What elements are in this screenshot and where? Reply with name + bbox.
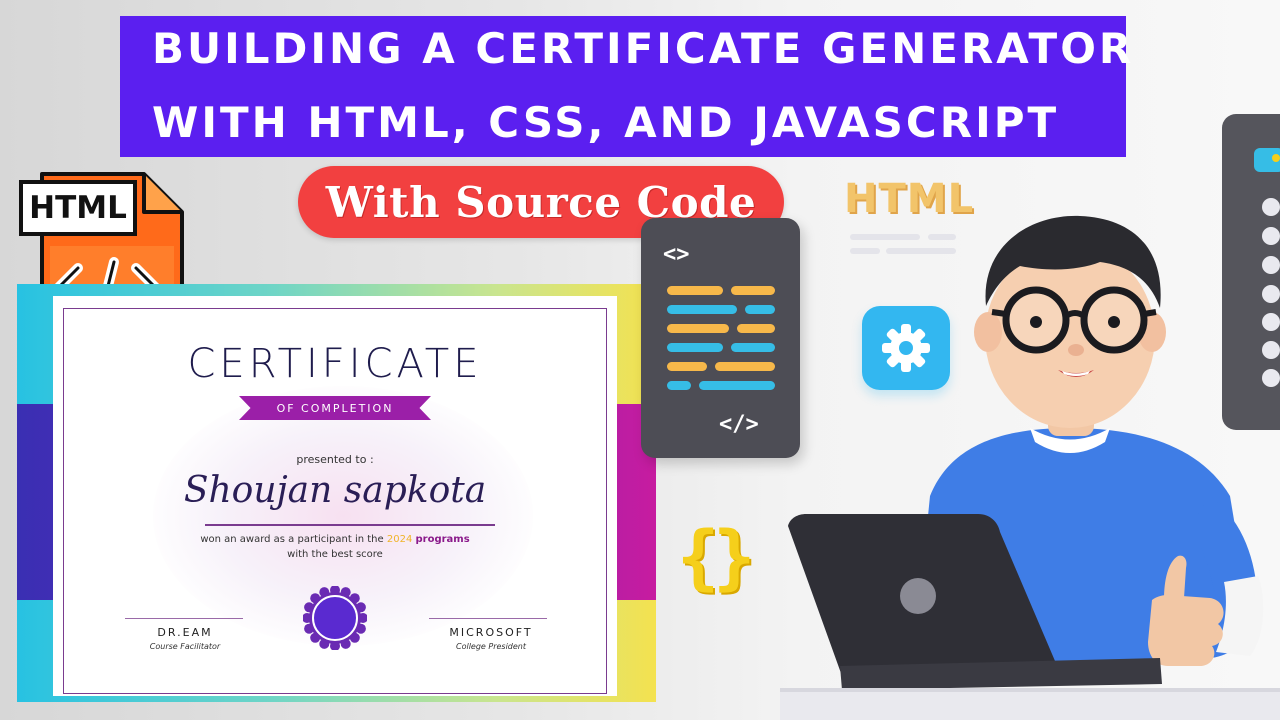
code-line xyxy=(667,286,723,295)
certificate-desc-prefix: won an award as a participant in the xyxy=(200,534,387,545)
code-line xyxy=(667,343,723,352)
title-banner: BUILDING A CERTIFICATE GENERATOR WITH HT… xyxy=(120,16,1131,157)
html-file-tag: HTML xyxy=(19,180,137,236)
certificate-frame: CERTIFICATE OF COMPLETION presented to :… xyxy=(17,284,656,702)
code-window-icon: <> </> xyxy=(641,218,800,458)
certificate-subtitle-ribbon: OF COMPLETION xyxy=(239,396,431,420)
code-line xyxy=(699,381,775,390)
code-line xyxy=(667,362,707,371)
code-line xyxy=(715,362,775,371)
code-line xyxy=(737,324,775,333)
code-line xyxy=(667,381,691,390)
code-close-tag: </> xyxy=(719,412,759,437)
certificate-desc-programs: programs xyxy=(415,534,470,545)
certificate-name-underline xyxy=(205,524,495,526)
right-signer-role: College President xyxy=(455,642,527,651)
side-panel-header xyxy=(1254,148,1280,172)
award-seal-icon xyxy=(302,585,368,651)
right-signature-line xyxy=(429,618,547,619)
certificate-presented-to: presented to : xyxy=(296,453,374,466)
left-signer-role: Course Facilitator xyxy=(149,642,221,651)
developer-character-illustration xyxy=(780,196,1280,720)
certificate-subtitle: OF COMPLETION xyxy=(276,401,394,415)
certificate-desc-year: 2024 xyxy=(386,534,413,545)
certificate-desc-line2: with the best score xyxy=(287,549,383,560)
side-panel-dot xyxy=(1272,154,1280,162)
code-line xyxy=(667,324,729,333)
left-signer-name: DR.EAM xyxy=(157,626,213,639)
certificate-recipient-name: Shoujan sapkota xyxy=(183,470,487,511)
curly-braces-icon: {} xyxy=(677,516,755,598)
right-signer-name: MICROSOFT xyxy=(449,626,533,639)
certificate-title: CERTIFICATE xyxy=(187,341,483,387)
code-line xyxy=(731,286,775,295)
left-signature-line xyxy=(125,618,243,619)
code-line xyxy=(745,305,775,314)
code-line xyxy=(731,343,775,352)
certificate-card: CERTIFICATE OF COMPLETION presented to :… xyxy=(53,296,617,696)
title-line-2: WITH HTML, CSS, AND JAVASCRIPT xyxy=(152,98,1060,147)
certificate-description: won an award as a participant in the 202… xyxy=(53,532,617,562)
code-open-tag: <> xyxy=(663,242,690,267)
code-line xyxy=(667,305,737,314)
title-line-1: BUILDING A CERTIFICATE GENERATOR xyxy=(152,24,1135,73)
